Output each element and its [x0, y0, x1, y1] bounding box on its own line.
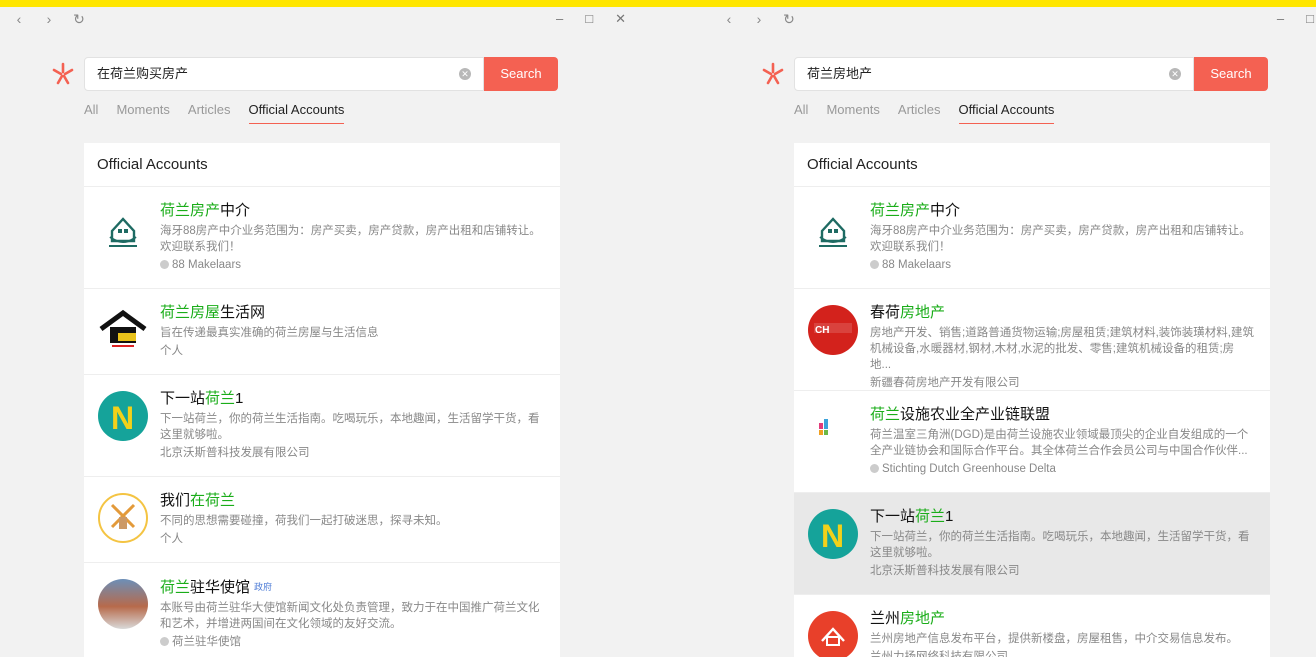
svg-text:CH: CH — [815, 325, 829, 336]
account-description: 不同的思想需要碰撞，荷我们一起打破迷思，探寻未知。 — [160, 515, 448, 527]
avatar — [98, 493, 148, 543]
list-item[interactable]: 我们在荷兰 不同的思想需要碰撞，荷我们一起打破迷思，探寻未知。 个人 — [84, 477, 560, 563]
maximize-icon[interactable]: □ — [1306, 11, 1314, 26]
refresh-icon[interactable]: ↻ — [782, 11, 796, 28]
account-description: 海牙88房产中介业务范围为：房产买卖，房产贷款，房产出租和店铺转让。欢迎联系我们… — [870, 225, 1251, 253]
verified-icon — [870, 464, 879, 473]
clear-search-icon[interactable]: ✕ — [1169, 68, 1181, 80]
svg-text:N: N — [821, 518, 844, 554]
verified-icon — [160, 260, 169, 269]
avatar — [98, 203, 148, 253]
forward-icon[interactable]: › — [752, 11, 766, 28]
tab-all[interactable]: All — [794, 102, 808, 124]
svg-text:N: N — [111, 400, 134, 436]
avatar — [98, 305, 148, 355]
left-window: ‹ › ↻ – □ ✕ 在荷兰购买房产 ✕ Search All Moments… — [0, 7, 642, 657]
avatar — [808, 611, 858, 657]
minimize-icon[interactable]: – — [556, 11, 563, 27]
account-description: 旨在传递最真实准确的荷兰房屋与生活信息 — [160, 327, 379, 339]
account-owner: 北京沃斯普科技发展有限公司 — [870, 565, 1020, 577]
panel-title: Official Accounts — [794, 143, 1270, 187]
list-item[interactable]: N 下一站荷兰1 下一站荷兰，你的荷兰生活指南。吃喝玩乐，本地趣闻，生活留学干货… — [794, 493, 1270, 595]
avatar — [98, 579, 148, 629]
list-item[interactable]: 荷兰房产中介 海牙88房产中介业务范围为：房产买卖，房产贷款，房产出租和店铺转让… — [84, 187, 560, 289]
search-input[interactable]: 荷兰房地产 ✕ — [794, 57, 1194, 91]
account-name: 荷兰房产中介 — [870, 202, 961, 219]
search-row: 在荷兰购买房产 ✕ Search — [50, 57, 560, 91]
refresh-icon[interactable]: ↻ — [72, 11, 86, 28]
account-name: 下一站荷兰1 — [160, 390, 244, 407]
account-name: 兰州房地产 — [870, 610, 946, 627]
account-owner: 个人 — [160, 345, 183, 357]
account-description: 兰州房地产信息发布平台，提供新楼盘，房屋租售，中介交易信息发布。 — [870, 633, 1238, 645]
forward-icon[interactable]: › — [42, 11, 56, 28]
account-description: 下一站荷兰，你的荷兰生活指南。吃喝玩乐，本地趣闻，生活留学干货，看这里就够啦。 — [870, 531, 1250, 559]
search-button[interactable]: Search — [484, 57, 558, 91]
account-description: 房地产开发、销售;道路普通货物运输;房屋租赁;建筑材料,装饰装璜材料,建筑机械设… — [870, 327, 1254, 371]
tab-official-accounts[interactable]: Official Accounts — [248, 102, 345, 124]
list-item[interactable]: 荷兰驻华使馆 政府 本账号由荷兰驻华大使馆新闻文化处负责管理，致力于在中国推广荷兰… — [84, 563, 560, 657]
back-icon[interactable]: ‹ — [722, 11, 736, 28]
top-accent-bar — [0, 0, 1316, 7]
account-owner: 88 Makelaars — [160, 257, 544, 273]
account-description: 荷兰温室三角洲(DGD)是由荷兰设施农业领域最顶尖的企业自发组成的一个全产业链协… — [870, 429, 1249, 457]
clear-search-icon[interactable]: ✕ — [459, 68, 471, 80]
tab-articles[interactable]: Articles — [898, 102, 941, 124]
account-name: 荷兰房产中介 — [160, 202, 251, 219]
list-item[interactable]: CH 春荷房地产 房地产开发、销售;道路普通货物运输;房屋租赁;建筑材料,装饰装… — [794, 289, 1270, 391]
right-window: ‹ › ↻ – □ 荷兰房地产 ✕ Search All Moments Art — [710, 7, 1316, 657]
account-name: 下一站荷兰1 — [870, 508, 954, 525]
account-name: 荷兰设施农业全产业链联盟 — [870, 406, 1051, 423]
maximize-icon[interactable]: □ — [585, 11, 593, 27]
tab-moments[interactable]: Moments — [116, 102, 169, 124]
search-row: 荷兰房地产 ✕ Search — [760, 57, 1270, 91]
title-bar: ‹ › ↻ – □ ✕ — [0, 7, 642, 35]
account-owner: 北京沃斯普科技发展有限公司 — [160, 447, 310, 459]
tabs: All Moments Articles Official Accounts — [84, 102, 345, 124]
avatar — [808, 407, 858, 457]
list-item[interactable]: 荷兰房产中介 海牙88房产中介业务范围为：房产买卖，房产贷款，房产出租和店铺转让… — [794, 187, 1270, 289]
tab-moments[interactable]: Moments — [826, 102, 879, 124]
government-badge: 政府 — [254, 582, 273, 592]
list-item[interactable]: 兰州房地产 兰州房地产信息发布平台，提供新楼盘，房屋租售，中介交易信息发布。 兰… — [794, 595, 1270, 657]
search-input[interactable]: 在荷兰购买房产 ✕ — [84, 57, 484, 91]
title-bar: ‹ › ↻ – □ — [710, 7, 1316, 35]
list-item[interactable]: N 下一站荷兰1 下一站荷兰，你的荷兰生活指南。吃喝玩乐，本地趣闻，生活留学干货… — [84, 375, 560, 477]
avatar: N — [808, 509, 858, 559]
tab-all[interactable]: All — [84, 102, 98, 124]
account-description: 本账号由荷兰驻华大使馆新闻文化处负责管理，致力于在中国推广荷兰文化和艺术，并增进… — [160, 602, 540, 630]
account-name: 荷兰房屋生活网 — [160, 304, 266, 321]
tab-official-accounts[interactable]: Official Accounts — [958, 102, 1055, 124]
minimize-icon[interactable]: – — [1277, 11, 1284, 26]
account-owner: 88 Makelaars — [870, 257, 1254, 273]
back-icon[interactable]: ‹ — [12, 11, 26, 28]
close-icon[interactable]: ✕ — [615, 11, 626, 27]
search-logo-icon — [52, 62, 74, 85]
results-panel: Official Accounts 荷兰房产中介 海牙88房产中介业务范围为：房… — [794, 143, 1270, 657]
account-name: 我们在荷兰 — [160, 492, 236, 509]
verified-icon — [870, 260, 879, 269]
search-button[interactable]: Search — [1194, 57, 1268, 91]
search-logo-icon — [762, 62, 784, 85]
account-owner: Stichting Dutch Greenhouse Delta — [870, 461, 1254, 477]
account-owner: 个人 — [160, 533, 183, 545]
list-item[interactable]: 荷兰设施农业全产业链联盟 荷兰温室三角洲(DGD)是由荷兰设施农业领域最顶尖的企… — [794, 391, 1270, 493]
panel-title: Official Accounts — [84, 143, 560, 187]
account-name: 春荷房地产 — [870, 304, 946, 321]
account-owner: 兰州力扬网络科技有限公司 — [870, 651, 1008, 657]
tabs: All Moments Articles Official Accounts — [794, 102, 1055, 124]
account-name: 荷兰驻华使馆 政府 — [160, 579, 273, 596]
avatar: CH — [808, 305, 858, 355]
account-description: 海牙88房产中介业务范围为：房产买卖，房产贷款，房产出租和店铺转让。欢迎联系我们… — [160, 225, 541, 253]
verified-icon — [160, 637, 169, 646]
list-item[interactable]: 荷兰房屋生活网 旨在传递最真实准确的荷兰房屋与生活信息 个人 — [84, 289, 560, 375]
results-panel: Official Accounts 荷兰房产中介 海牙88房产中介业务范围为：房… — [84, 143, 560, 657]
account-description: 下一站荷兰，你的荷兰生活指南。吃喝玩乐，本地趣闻，生活留学干货，看这里就够啦。 — [160, 413, 540, 441]
avatar: N — [98, 391, 148, 441]
account-owner: 荷兰驻华使馆 — [160, 634, 544, 650]
tab-articles[interactable]: Articles — [188, 102, 231, 124]
avatar — [808, 203, 858, 253]
account-owner: 新疆春荷房地产开发有限公司 — [870, 377, 1020, 389]
